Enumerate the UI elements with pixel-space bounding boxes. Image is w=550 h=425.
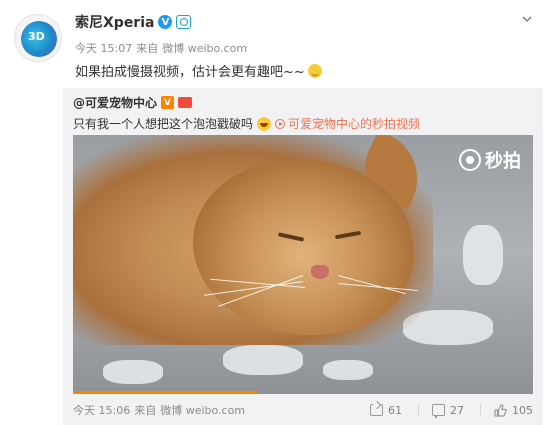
verified-badge-icon: V xyxy=(158,15,173,29)
video-player[interactable]: 秒拍 xyxy=(73,135,533,394)
ground-spot xyxy=(103,360,163,384)
repost-button[interactable]: 61 xyxy=(370,404,402,417)
cat-nose xyxy=(311,265,329,279)
miaopai-logo-icon xyxy=(459,149,481,171)
post-author-name[interactable]: 索尼Xperia xyxy=(75,12,154,32)
repost-time[interactable]: 今天 15:06 xyxy=(73,402,130,418)
miaopai-watermark: 秒拍 xyxy=(459,147,521,173)
comment-button[interactable]: 27 xyxy=(418,403,464,419)
like-button[interactable]: 105 xyxy=(480,404,533,417)
comment-count: 27 xyxy=(450,403,464,417)
ground-spot xyxy=(323,360,373,380)
post-meta: 今天 15:07 来自 微博 weibo.com xyxy=(75,40,247,56)
repost-author-row: @可爱宠物中心 V xyxy=(73,94,193,111)
post-source-prefix: 来自 xyxy=(136,42,159,55)
repost-count: 61 xyxy=(388,403,402,417)
action-bar: 61 27 105 xyxy=(370,403,533,419)
video-link-label: 可爱宠物中心的秒拍视频 xyxy=(288,117,421,131)
repost-source-prefix: 来自 xyxy=(134,404,157,417)
ground-spot xyxy=(223,345,303,375)
thumbs-up-icon xyxy=(494,403,507,417)
camera-badge-icon xyxy=(176,15,192,29)
repost-footer: 今天 15:06 来自 微博 weibo.com 61 27 105 xyxy=(73,402,533,419)
repost-icon xyxy=(370,404,383,416)
avatar-label: 3D xyxy=(28,30,45,43)
member-crown-icon xyxy=(178,97,193,108)
repost-author-name[interactable]: @可爱宠物中心 xyxy=(73,94,157,111)
comment-icon xyxy=(432,404,445,419)
ground-spot xyxy=(463,225,503,285)
repost-text-content: 只有我一个人想把这个泡泡戳破吗 xyxy=(73,117,254,131)
avatar[interactable]: 3D xyxy=(14,14,62,62)
repost-source[interactable]: 微博 weibo.com xyxy=(160,402,245,418)
post-author-row: 索尼Xperia V xyxy=(75,12,192,32)
repost-text: 只有我一个人想把这个泡泡戳破吗 可爱宠物中心的秒拍视频 xyxy=(73,115,420,132)
laugh-emoji-icon xyxy=(257,116,272,131)
video-link[interactable]: 可爱宠物中心的秒拍视频 xyxy=(275,115,420,132)
post-source[interactable]: 微博 weibo.com xyxy=(162,40,247,56)
post-text: 如果拍成慢摄视频，估计会更有趣吧~~ xyxy=(75,61,322,80)
emoji-icon xyxy=(307,63,322,78)
repost-card: @可爱宠物中心 V 只有我一个人想把这个泡泡戳破吗 可爱宠物中心的秒拍视频 秒拍 xyxy=(63,88,543,425)
verified-badge-orange-icon: V xyxy=(161,96,175,109)
video-progress-bar[interactable] xyxy=(73,391,257,394)
repost-meta: 今天 15:06 来自 微博 weibo.com xyxy=(73,402,245,418)
play-icon xyxy=(275,118,286,129)
chevron-down-icon[interactable] xyxy=(522,14,532,24)
divider xyxy=(418,404,419,416)
post-text-content: 如果拍成慢摄视频，估计会更有趣吧~~ xyxy=(75,65,305,80)
post-time[interactable]: 今天 15:07 xyxy=(75,40,132,56)
avatar-logo: 3D xyxy=(21,21,57,57)
divider xyxy=(480,404,481,416)
like-count: 105 xyxy=(512,403,533,417)
miaopai-label: 秒拍 xyxy=(485,151,521,172)
